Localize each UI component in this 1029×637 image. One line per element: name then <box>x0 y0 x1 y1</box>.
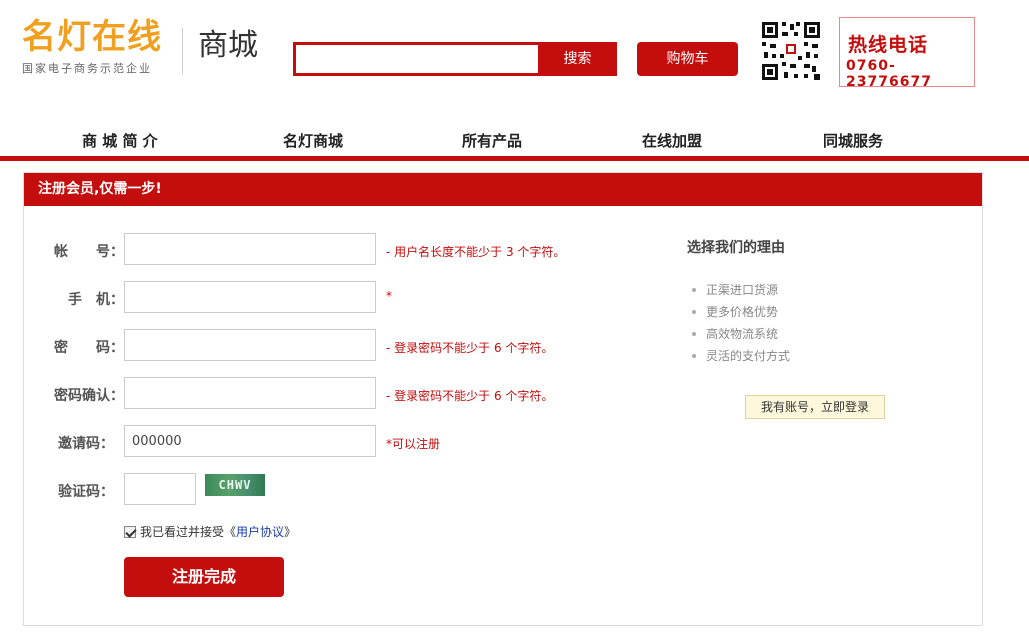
site-header: 名灯在线 国家电子商务示范企业 商城 搜索 购物车 热线电话 0760-2377… <box>0 0 1029 110</box>
invite-code-label: 邀请码： <box>58 436 114 452</box>
invite-code-input[interactable] <box>124 425 376 457</box>
reason-item: 正渠进口货源 <box>692 279 790 301</box>
password-input[interactable] <box>124 329 376 361</box>
password-hint: - 登录密码不能少于 6 个字符。 <box>386 341 554 355</box>
panel-title: 注册会员,仅需一步! <box>24 173 982 206</box>
site-logo[interactable]: 名灯在线 国家电子商务示范企业 <box>22 18 162 76</box>
confirm-password-input[interactable] <box>124 377 376 409</box>
logo-main-text: 名灯在线 <box>22 17 162 57</box>
logo-shop-text: 商城 <box>198 28 258 63</box>
phone-label: 手 机： <box>68 292 124 308</box>
nav-item-shop[interactable]: 名灯商城 <box>283 130 343 151</box>
captcha-input[interactable] <box>124 473 196 505</box>
confirm-password-hint: - 登录密码不能少于 6 个字符。 <box>386 389 554 403</box>
hotline-title: 热线电话 <box>848 34 929 56</box>
agreement-checkbox[interactable] <box>124 525 136 538</box>
cart-button[interactable]: 购物车 <box>637 42 738 76</box>
agreement-row: 我已看过并接受《 用户协议》 <box>124 523 296 540</box>
captcha-label: 验证码： <box>58 484 114 500</box>
agreement-text-end: 》 <box>284 525 297 539</box>
nav-item-about[interactable]: 商 城 简 介 <box>82 130 158 151</box>
reason-item: 高效物流系统 <box>692 323 790 345</box>
register-panel: 注册会员,仅需一步! 帐 号： - 用户名长度不能少于 3 个字符。 手 机： … <box>23 172 983 626</box>
reasons-title: 选择我们的理由 <box>687 240 785 256</box>
invite-code-hint: *可以注册 <box>386 437 441 451</box>
qr-code-icon <box>760 20 822 82</box>
search-button[interactable]: 搜索 <box>538 42 617 76</box>
hotline-number: 0760-23776677 <box>846 58 932 90</box>
logo-tagline: 国家电子商务示范企业 <box>22 62 152 75</box>
nav-item-all-products[interactable]: 所有产品 <box>462 130 522 151</box>
nav-item-franchise[interactable]: 在线加盟 <box>642 130 702 151</box>
search-input[interactable] <box>296 45 541 73</box>
reason-item: 更多价格优势 <box>692 301 790 323</box>
account-label: 帐 号： <box>54 244 124 260</box>
hotline-box: 热线电话 0760-23776677 <box>839 17 975 90</box>
account-input[interactable] <box>124 233 376 265</box>
reasons-list: 正渠进口货源 更多价格优势 高效物流系统 灵活的支付方式 <box>692 279 790 367</box>
user-agreement-link[interactable]: 用户协议 <box>236 523 284 540</box>
phone-input[interactable] <box>124 281 376 313</box>
nav-divider-bar <box>0 156 1029 161</box>
login-existing-account-button[interactable]: 我有账号，立即登录 <box>745 395 885 419</box>
agreement-text: 我已看过并接受《 <box>140 525 237 539</box>
main-nav: 商 城 简 介 名灯商城 所有产品 在线加盟 同城服务 <box>0 124 1029 156</box>
password-label: 密 码： <box>54 340 124 356</box>
captcha-image[interactable]: CHWV <box>205 474 265 496</box>
logo-divider <box>182 28 183 74</box>
reason-item: 灵活的支付方式 <box>692 345 790 367</box>
search-box <box>293 42 541 76</box>
register-submit-button[interactable]: 注册完成 <box>124 557 284 597</box>
phone-hint: * <box>386 289 392 303</box>
nav-item-local-service[interactable]: 同城服务 <box>823 130 883 151</box>
account-hint: - 用户名长度不能少于 3 个字符。 <box>386 245 566 259</box>
confirm-password-label: 密码确认： <box>54 388 124 404</box>
